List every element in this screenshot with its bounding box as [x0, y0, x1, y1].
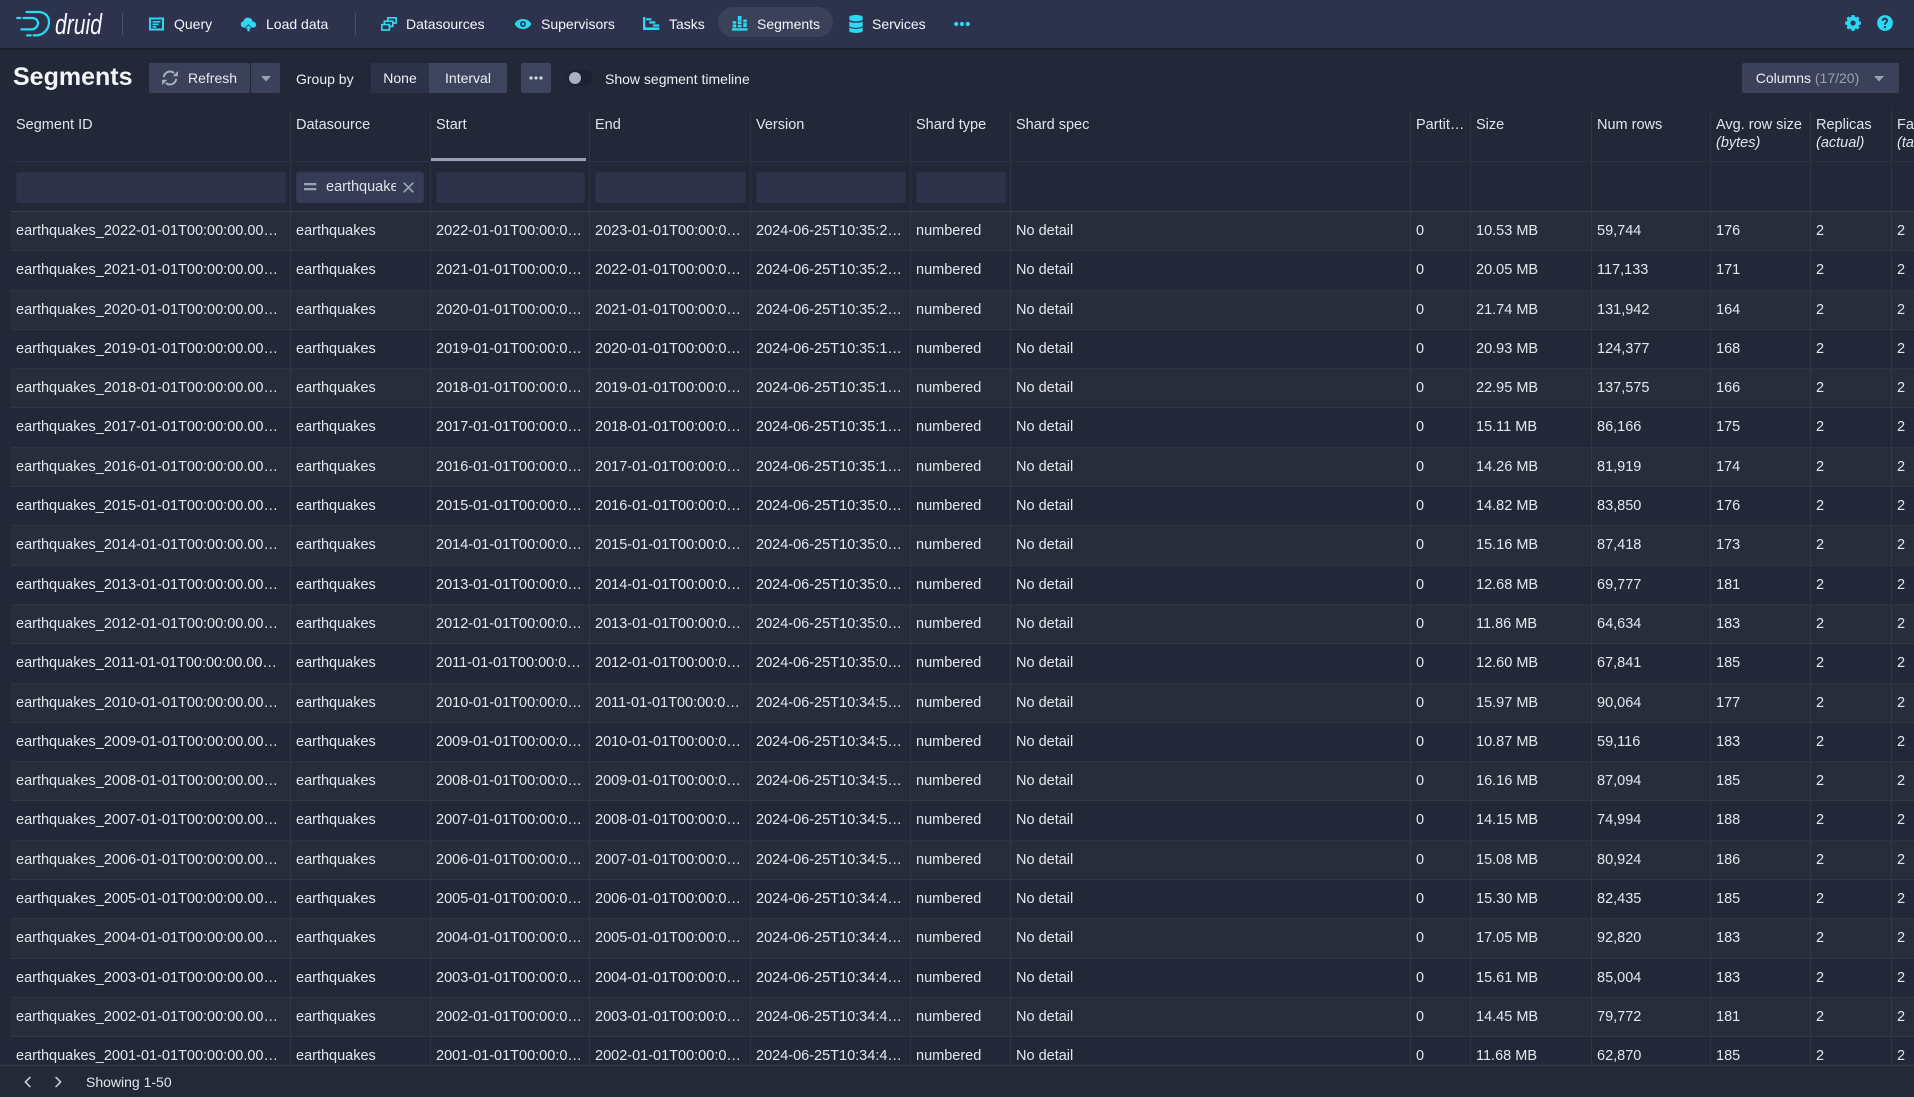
svg-text:druid: druid [55, 9, 103, 41]
